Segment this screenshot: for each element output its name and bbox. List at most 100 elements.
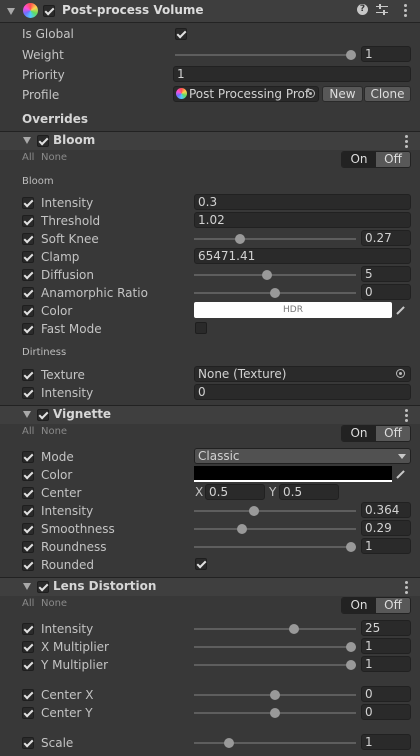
override-checkbox[interactable] bbox=[22, 707, 34, 719]
override-checkbox[interactable] bbox=[22, 451, 34, 463]
vignette-mode-dropdown[interactable]: Classic bbox=[194, 448, 411, 464]
is-global-checkbox[interactable] bbox=[175, 28, 187, 40]
kebab-icon[interactable] bbox=[404, 4, 407, 19]
new-profile-button[interactable]: New bbox=[322, 86, 363, 102]
bloom-all-link[interactable]: All bbox=[22, 152, 34, 163]
bloom-anamorphic-ratio-input[interactable]: 0 bbox=[361, 284, 411, 300]
scale-input[interactable]: 1 bbox=[361, 734, 411, 750]
soft-knee-slider-thumb[interactable] bbox=[235, 234, 245, 244]
lens-on-off-toggle[interactable]: On Off bbox=[341, 597, 411, 614]
center-x-slider-thumb[interactable] bbox=[270, 690, 280, 700]
override-checkbox[interactable] bbox=[22, 197, 34, 209]
override-checkbox[interactable] bbox=[22, 251, 34, 263]
bloom-foldout-arrow[interactable] bbox=[23, 137, 31, 144]
foldout-arrow[interactable] bbox=[7, 8, 15, 15]
override-checkbox[interactable] bbox=[22, 641, 34, 653]
vignette-smoothness-input[interactable]: 0.29 bbox=[361, 520, 411, 536]
center-x-input[interactable]: 0.5 bbox=[205, 484, 265, 500]
x-multiplier-slider-track[interactable] bbox=[194, 646, 356, 648]
lens-distortion-section-header[interactable]: Lens Distortion bbox=[0, 577, 420, 596]
bloom-color-swatch[interactable]: HDR bbox=[194, 302, 392, 318]
clone-profile-button[interactable]: Clone bbox=[364, 86, 411, 102]
override-checkbox[interactable] bbox=[22, 215, 34, 227]
priority-input[interactable]: 1 bbox=[173, 66, 411, 82]
dirt-intensity-input[interactable]: 0 bbox=[194, 384, 411, 400]
vignette-on-off-toggle[interactable]: On Off bbox=[341, 425, 411, 442]
override-checkbox[interactable] bbox=[22, 469, 34, 481]
diffusion-slider-thumb[interactable] bbox=[262, 270, 272, 280]
override-checkbox[interactable] bbox=[22, 689, 34, 701]
help-icon[interactable]: ? bbox=[357, 4, 368, 15]
bloom-on-button[interactable]: On bbox=[342, 152, 376, 167]
override-checkbox[interactable] bbox=[22, 305, 34, 317]
vignette-on-button[interactable]: On bbox=[342, 426, 376, 441]
override-checkbox[interactable] bbox=[22, 369, 34, 381]
override-checkbox[interactable] bbox=[22, 287, 34, 299]
vignette-intensity-slider-track[interactable] bbox=[194, 510, 356, 512]
override-checkbox[interactable] bbox=[22, 523, 34, 535]
vignette-roundness-input[interactable]: 1 bbox=[361, 538, 411, 554]
bloom-menu-icon[interactable] bbox=[405, 135, 408, 150]
profile-object-field[interactable]: Post Processing Prof bbox=[173, 86, 319, 102]
vignette-color-swatch[interactable] bbox=[194, 466, 392, 482]
vignette-off-button[interactable]: Off bbox=[376, 426, 410, 441]
override-checkbox[interactable] bbox=[22, 559, 34, 571]
sliders-icon[interactable] bbox=[376, 3, 388, 16]
bloom-section-header[interactable]: Bloom bbox=[0, 131, 420, 150]
object-picker-icon[interactable] bbox=[306, 89, 315, 98]
diffusion-slider-track[interactable] bbox=[194, 274, 356, 276]
bloom-threshold-input[interactable]: 1.02 bbox=[194, 212, 411, 228]
override-checkbox[interactable] bbox=[22, 269, 34, 281]
center-y-input[interactable]: 0 bbox=[361, 704, 411, 720]
lens-enabled-checkbox[interactable] bbox=[37, 581, 49, 593]
override-checkbox[interactable] bbox=[22, 623, 34, 635]
lens-off-button[interactable]: Off bbox=[376, 598, 410, 613]
dirt-texture-field[interactable]: None (Texture) bbox=[194, 366, 411, 382]
bloom-enabled-checkbox[interactable] bbox=[37, 135, 49, 147]
weight-input[interactable]: 1 bbox=[361, 46, 411, 62]
override-checkbox[interactable] bbox=[22, 487, 34, 499]
lens-on-button[interactable]: On bbox=[342, 598, 376, 613]
component-enabled-checkbox[interactable] bbox=[43, 5, 55, 17]
center-x-input[interactable]: 0 bbox=[361, 686, 411, 702]
vignette-section-header[interactable]: Vignette bbox=[0, 405, 420, 424]
vignette-menu-icon[interactable] bbox=[405, 409, 408, 424]
override-checkbox[interactable] bbox=[22, 541, 34, 553]
lens-none-link[interactable]: None bbox=[41, 598, 67, 609]
soft-knee-slider-track[interactable] bbox=[194, 238, 356, 240]
bloom-off-button[interactable]: Off bbox=[376, 152, 410, 167]
bloom-on-off-toggle[interactable]: On Off bbox=[341, 151, 411, 168]
roundness-slider-track[interactable] bbox=[194, 546, 356, 548]
vignette-none-link[interactable]: None bbox=[41, 426, 67, 437]
lens-foldout-arrow[interactable] bbox=[23, 583, 31, 590]
bloom-soft-knee-input[interactable]: 0.27 bbox=[361, 230, 411, 246]
x-multiplier-slider-thumb[interactable] bbox=[346, 642, 356, 652]
texture-picker-icon[interactable] bbox=[396, 369, 405, 378]
lens-menu-icon[interactable] bbox=[405, 581, 408, 596]
vignette-intensity-slider-thumb[interactable] bbox=[249, 506, 259, 516]
anamorphic-slider-thumb[interactable] bbox=[270, 288, 280, 298]
weight-slider-thumb[interactable] bbox=[346, 50, 356, 60]
y-multiplier-slider-thumb[interactable] bbox=[346, 660, 356, 670]
bloom-intensity-input[interactable]: 0.3 bbox=[194, 194, 411, 210]
vignette-enabled-checkbox[interactable] bbox=[37, 409, 49, 421]
vignette-all-link[interactable]: All bbox=[22, 426, 34, 437]
override-checkbox[interactable] bbox=[22, 233, 34, 245]
smoothness-slider-thumb[interactable] bbox=[237, 524, 247, 534]
override-checkbox[interactable] bbox=[22, 323, 34, 335]
rounded-checkbox[interactable] bbox=[195, 558, 207, 570]
bloom-clamp-input[interactable]: 65471.41 bbox=[194, 248, 411, 264]
y-multiplier-slider-track[interactable] bbox=[194, 664, 356, 666]
center-y-slider-thumb[interactable] bbox=[270, 708, 280, 718]
bloom-none-link[interactable]: None bbox=[41, 152, 67, 163]
fast-mode-checkbox[interactable] bbox=[195, 322, 207, 334]
lens-intensity-input[interactable]: 25 bbox=[361, 620, 411, 636]
lens-intensity-slider-thumb[interactable] bbox=[289, 624, 299, 634]
override-checkbox[interactable] bbox=[22, 505, 34, 517]
override-checkbox[interactable] bbox=[22, 659, 34, 671]
x-multiplier-input[interactable]: 1 bbox=[361, 638, 411, 654]
vignette-foldout-arrow[interactable] bbox=[23, 411, 31, 418]
override-checkbox[interactable] bbox=[22, 387, 34, 399]
weight-slider-track[interactable] bbox=[175, 54, 353, 56]
roundness-slider-thumb[interactable] bbox=[346, 542, 356, 552]
